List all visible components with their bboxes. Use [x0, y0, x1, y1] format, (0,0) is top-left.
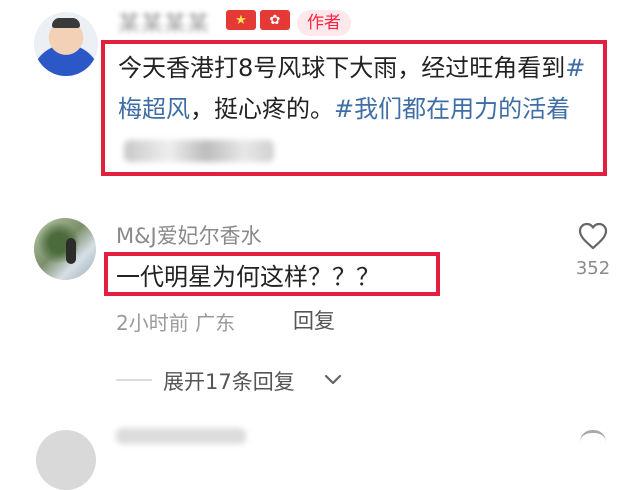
author-name-blurred[interactable]: 某某某某: [118, 6, 210, 38]
flag-icon: ✿: [260, 10, 290, 30]
commenter-username[interactable]: M&J爱妃尔香水: [116, 220, 262, 250]
expand-replies-button[interactable]: 展开17条回复: [163, 366, 295, 396]
flag-icon: ★: [226, 10, 256, 30]
author-badge: 作者: [297, 10, 351, 36]
next-commenter-avatar[interactable]: [36, 430, 96, 490]
heart-icon[interactable]: [578, 222, 608, 250]
reply-comment-text: 一代明星为何这样？？？: [116, 263, 380, 291]
author-comment-text: 今天香港打8号风球下大雨，经过旺角看到#梅超风，挺心疼的。#我们都在用力的活着: [118, 48, 604, 171]
like-count: 352: [575, 258, 611, 279]
heart-icon[interactable]: [580, 430, 606, 442]
commenter-avatar[interactable]: [34, 218, 96, 280]
chevron-down-icon[interactable]: [322, 368, 344, 390]
blurred-content: [124, 140, 274, 162]
divider: [116, 379, 152, 381]
next-commenter-name-blurred[interactable]: [116, 428, 246, 444]
author-avatar[interactable]: [34, 12, 98, 76]
comment-meta: 2小时前 广东: [116, 311, 236, 335]
hashtag-link[interactable]: #我们都在用力的活着: [334, 95, 570, 123]
reply-button[interactable]: 回复: [293, 305, 335, 335]
